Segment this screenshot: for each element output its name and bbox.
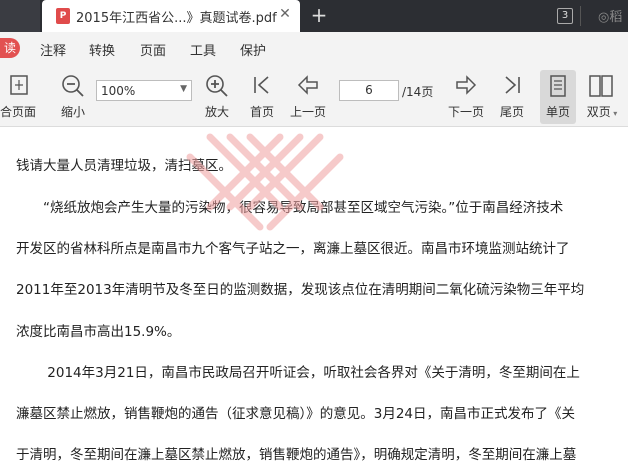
chevron-down-icon: ▾	[610, 109, 618, 118]
doc-line: 浓度比南昌市高出15.9%。	[16, 324, 181, 340]
account-icon: ◎	[598, 10, 610, 25]
zoom-value: 100%	[101, 84, 136, 98]
menu-bar: 读 注释 转换 页面 工具 保护	[0, 32, 628, 64]
new-tab-icon[interactable]: +	[308, 3, 330, 27]
next-page-label: 下一页	[447, 105, 484, 119]
zoom-out-label: 缩小	[60, 105, 85, 119]
first-page-button[interactable]: 首页	[246, 64, 278, 126]
zoom-in-button[interactable]: 放大	[202, 64, 232, 126]
doc-line: 2014年3月21日，南昌市民政局召开听证会，听取社会各界对《关于清明，冬至期间…	[16, 365, 580, 381]
tab-bar: P 2015年江西省公...》真题试卷.pdf ✕ + 3 ◎稻	[0, 0, 628, 32]
toolbar: 合页面 缩小 100% ▼ 放大 首页 上一页 6 /14页 下一页 尾页 单页…	[0, 64, 628, 127]
double-page-icon	[589, 75, 613, 97]
last-page-icon	[505, 76, 520, 94]
close-icon[interactable]: ✕	[276, 6, 294, 22]
first-page-icon	[254, 76, 269, 94]
last-page-label: 尾页	[499, 105, 524, 119]
zoom-out-button[interactable]: 缩小	[58, 64, 88, 126]
arrow-right-icon	[456, 75, 477, 95]
menu-item-protect[interactable]: 保护	[240, 40, 266, 59]
double-page-text: 双页	[586, 105, 611, 119]
watermark-logo	[186, 133, 344, 231]
zoom-in-label: 放大	[204, 105, 229, 119]
first-page-label: 首页	[249, 105, 274, 119]
doc-line: 于清明，冬至期间在濂上墓区禁止燃放，销售鞭炮的通告》，明确规定清明，冬至期间在濂…	[16, 447, 577, 463]
menu-item-tools[interactable]: 工具	[190, 40, 216, 59]
menu-read[interactable]: 读	[0, 38, 20, 58]
tab-previous[interactable]	[0, 0, 40, 32]
zoom-select[interactable]: 100% ▼	[96, 80, 192, 101]
divider	[580, 6, 581, 26]
fit-page-button[interactable]: 合页面	[0, 64, 42, 126]
zoom-out-icon	[62, 75, 84, 97]
previous-page-button[interactable]: 上一页	[288, 64, 328, 126]
tab-count-badge[interactable]: 3	[557, 8, 573, 24]
double-page-label: 双页 ▾	[582, 103, 622, 120]
single-page-icon	[550, 75, 566, 97]
tab-title: 2015年江西省公...》真题试卷.pdf	[76, 11, 277, 26]
doc-line: 濂墓区禁止燃放，销售鞭炮的通告（征求意见稿）》的意见。3月24日，南昌市正式发布…	[16, 406, 576, 422]
fit-page-label: 合页面	[0, 105, 36, 119]
menu-item-convert[interactable]: 转换	[89, 40, 115, 59]
page-total: /14页	[402, 85, 434, 99]
menu-item-annotate[interactable]: 注释	[40, 40, 66, 59]
double-page-button[interactable]: 双页 ▾	[582, 64, 622, 126]
tab-active-document[interactable]: P 2015年江西省公...》真题试卷.pdf ✕	[42, 0, 300, 32]
user-area[interactable]: ◎稻	[598, 6, 622, 25]
chevron-down-icon: ▼	[180, 84, 187, 94]
single-page-label: 单页	[545, 105, 570, 119]
doc-line: 2011年至2013年清明节及冬至日的监测数据，发现该点位在清明期间二氧化硫污染…	[16, 282, 585, 298]
previous-page-label: 上一页	[289, 105, 326, 119]
zoom-in-icon	[206, 75, 228, 97]
user-text: 稻	[609, 10, 623, 25]
last-page-button[interactable]: 尾页	[496, 64, 528, 126]
menu-item-page[interactable]: 页面	[140, 40, 166, 59]
arrow-left-icon	[297, 75, 318, 95]
single-page-button[interactable]: 单页	[540, 64, 576, 126]
pdf-icon: P	[56, 8, 70, 24]
fit-page-icon	[10, 75, 28, 95]
next-page-button[interactable]: 下一页	[446, 64, 486, 126]
page-number-input[interactable]: 6	[339, 80, 399, 101]
